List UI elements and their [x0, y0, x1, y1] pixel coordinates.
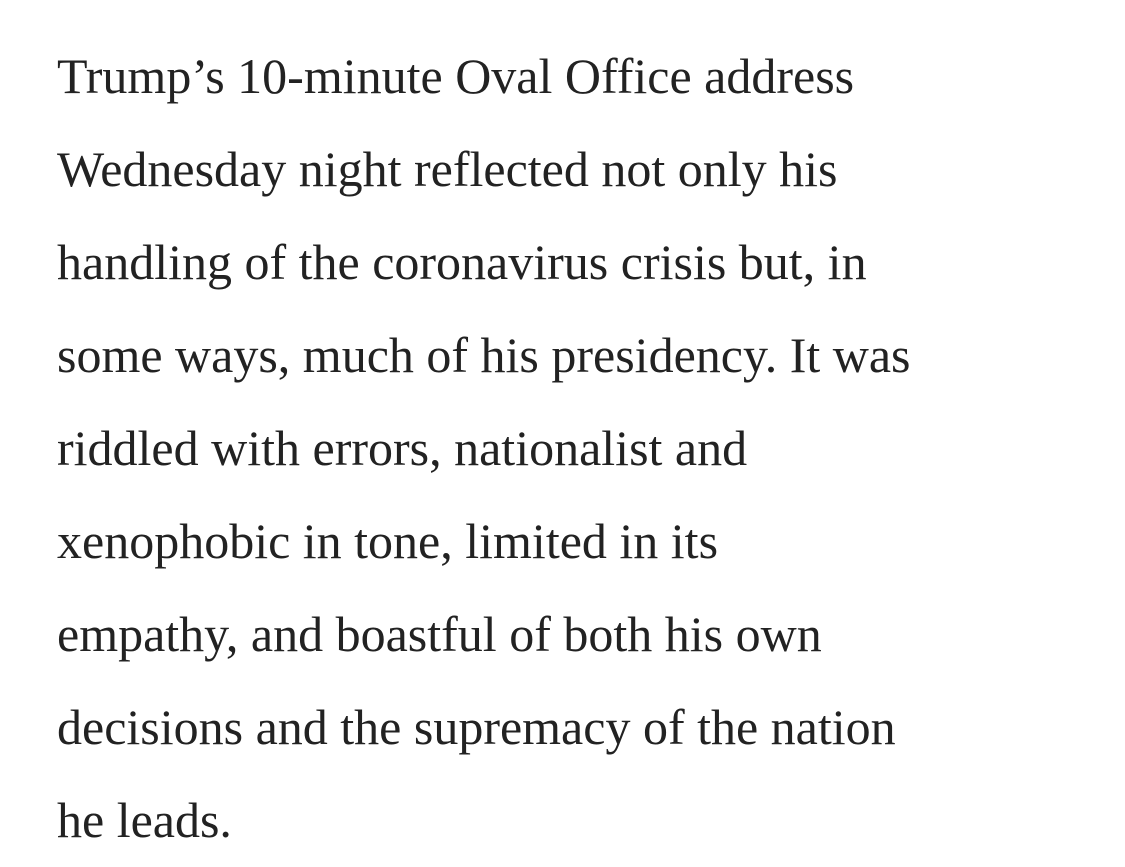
- article-paragraph: Trump’s 10-minute Oval Office address We…: [57, 30, 1097, 867]
- paragraph-line: empathy, and boastful of both his own: [57, 606, 822, 662]
- paragraph-line: xenophobic in tone, limited in its: [57, 513, 719, 569]
- paragraph-line: Trump’s 10-minute Oval Office address: [57, 48, 855, 104]
- paragraph-line: Wednesday night reflected not only his: [57, 141, 838, 197]
- paragraph-line: some ways, much of his presidency. It wa…: [57, 327, 911, 383]
- paragraph-line: handling of the coronavirus crisis but, …: [57, 234, 867, 290]
- paragraph-line: he leads.: [57, 792, 232, 848]
- paragraph-line: riddled with errors, nationalist and: [57, 420, 748, 476]
- paragraph-line: decisions and the supremacy of the natio…: [57, 699, 896, 755]
